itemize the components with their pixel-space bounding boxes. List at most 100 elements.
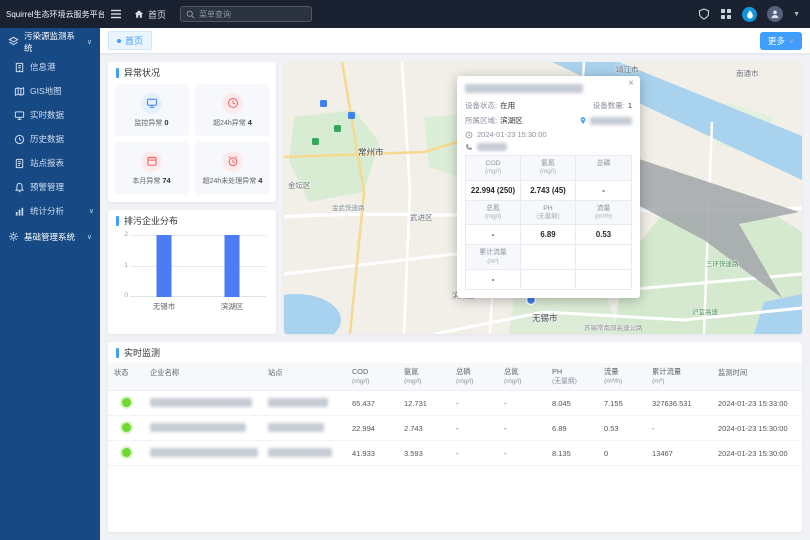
metric-value: - [466, 270, 521, 289]
hamburger-menu-icon[interactable] [110, 8, 122, 20]
more-button[interactable]: 更多 ∨ [760, 32, 802, 50]
sidebar-item-label: 站点报表 [30, 157, 94, 169]
bar-chart-plot: 2 1 0 [130, 235, 266, 297]
sidebar-item-history-data[interactable]: 历史数据 [0, 127, 100, 151]
tab-bar: 首页 更多 ∨ [100, 28, 810, 54]
y-tick: 1 [118, 262, 128, 269]
phone-icon [465, 143, 473, 151]
sidebar-section-base-management[interactable]: 基础管理系统 ∨ [0, 223, 100, 250]
table-card-title: 实时监测 [108, 342, 802, 363]
bar-wuxi[interactable] [157, 235, 172, 297]
gis-map[interactable]: 靖江市 南通市 江阴市 常州市 金坛区 武进区 金武快速路 滨湖区 无锡市 三环… [284, 62, 802, 334]
breadcrumb[interactable]: 首页 [134, 8, 166, 21]
enterprise-distribution-card: 排污企业分布 2 1 0 无锡市 [108, 210, 276, 334]
sidebar-item-label: 实时数据 [30, 109, 94, 121]
stat-label: 超24h未处理异常4 [203, 176, 263, 186]
stat-label: 本月异常74 [132, 176, 170, 186]
chevron-down-icon: ∨ [87, 38, 92, 46]
sidebar-item-realtime-data[interactable]: 实时数据 [0, 103, 100, 127]
left-panel: 异常状况 监控异常0 超24h异常4 [108, 62, 276, 334]
sidebar-item-label: GIS地图 [30, 85, 94, 97]
metric-value-empty [521, 270, 576, 289]
map-label: 无锡市 [532, 312, 558, 324]
apps-grid-icon[interactable] [720, 8, 732, 20]
water-drop-brand-icon[interactable] [742, 7, 757, 22]
title-accent [116, 348, 119, 358]
realtime-monitor-table: 状态 企业名称 站点 COD(mg/l) 氨氮(mg/l) 总磷(mg/l) 总… [108, 363, 802, 466]
site-name-redacted [268, 423, 324, 432]
abnormal-card-title: 异常状况 [108, 62, 276, 83]
sidebar-item-site-report[interactable]: 站点报表 [0, 151, 100, 175]
tab-label: 首页 [125, 34, 143, 47]
shield-icon[interactable] [698, 8, 710, 20]
y-tick: 0 [118, 292, 128, 299]
report-icon [14, 158, 25, 169]
metric-header: PH(无量纲) [521, 201, 576, 226]
map-label: 金武快速路 [332, 202, 365, 212]
metric-value: 22.994 (250) [466, 181, 521, 201]
search-icon [186, 10, 195, 19]
home-icon [134, 9, 144, 19]
user-avatar[interactable] [767, 6, 783, 22]
bar-binhu[interactable] [225, 235, 240, 297]
clock-icon [465, 131, 473, 139]
table-row[interactable]: 65.437 12.731 - - 8.045 7.155 327636.531… [108, 391, 802, 416]
title-accent [116, 216, 119, 226]
field-value: 1 [628, 101, 632, 110]
sidebar-item-warning-management[interactable]: 预警管理 [0, 175, 100, 199]
tab-home[interactable]: 首页 [108, 31, 152, 50]
sidebar-item-label: 预警管理 [30, 181, 94, 193]
abnormal-stats: 监控异常0 超24h异常4 本月异常74 [108, 83, 276, 200]
station-popup: × 设备状态:在用 设备数量:1 所属区域:滨湖区 2024-01-23 15:… [457, 76, 640, 298]
metric-value: - [466, 225, 521, 245]
monitor-icon [14, 110, 25, 121]
sidebar-section-pollution-monitoring[interactable]: 污染源监测系统 ∨ [0, 28, 100, 55]
building-icon [14, 62, 25, 73]
stat-over-24h-unhandled[interactable]: 超24h未处理异常4 [195, 142, 270, 194]
main-content: 首页 更多 ∨ 异常状况 监控异常0 [100, 28, 810, 540]
chevron-down-icon: ∨ [789, 37, 794, 45]
status-dot-online [122, 448, 131, 457]
map-label: 武进区 [410, 212, 433, 223]
metric-header-empty [521, 245, 576, 270]
active-tab-dot [117, 39, 121, 43]
metric-header: 累计流量(m³) [466, 245, 521, 270]
sidebar-item-statistics[interactable]: 统计分析 ∨ [0, 199, 100, 223]
metric-value: 6.89 [521, 225, 576, 245]
sidebar: 污染源监测系统 ∨ 信息港 GIS地图 实时数据 历史数据 站点报表 预警管理 [0, 28, 100, 540]
more-button-label: 更多 [768, 35, 785, 47]
map-label: 沪宜高速 [692, 306, 718, 316]
sidebar-item-gis-map[interactable]: GIS地图 [0, 79, 100, 103]
clock-icon [222, 93, 243, 114]
stat-month-abnormal[interactable]: 本月异常74 [114, 142, 189, 194]
map-label: 靖江市 [616, 64, 639, 75]
map-icon [14, 86, 25, 97]
sidebar-item-info-port[interactable]: 信息港 [0, 55, 100, 79]
user-menu-caret-icon[interactable]: ▼ [793, 11, 800, 18]
stat-label: 超24h异常4 [213, 118, 252, 128]
calendar-icon [141, 151, 162, 172]
chart-card-title: 排污企业分布 [108, 210, 276, 231]
gear-icon [8, 231, 19, 242]
company-name-redacted [150, 448, 258, 457]
app-logo: Squirrel生态环境云服务平台 [0, 9, 104, 20]
menu-search[interactable] [180, 6, 312, 22]
phone-redacted [477, 143, 507, 151]
bell-icon [14, 182, 25, 193]
bar-slots [130, 235, 266, 297]
stat-over-24h-abnormal[interactable]: 超24h异常4 [195, 84, 270, 136]
x-label: 无锡市 [130, 301, 198, 312]
table-row[interactable]: 41.933 3.593 - - 8.135 0 13467 2024-01-2… [108, 441, 802, 466]
table-row[interactable]: 22.994 2.743 - - 6.89 0.53 - 2024-01-23 … [108, 416, 802, 441]
card-title-text: 实时监测 [124, 346, 160, 359]
status-dot-online [122, 423, 131, 432]
close-icon[interactable]: × [628, 79, 634, 89]
title-accent [116, 68, 119, 78]
search-input[interactable] [199, 10, 306, 19]
x-label: 滨湖区 [198, 301, 266, 312]
stat-label: 监控异常0 [134, 118, 168, 128]
stat-monitor-abnormal[interactable]: 监控异常0 [114, 84, 189, 136]
company-name-redacted [150, 423, 246, 432]
bar-slot-binhu [198, 235, 266, 297]
sidebar-item-label: 历史数据 [30, 133, 94, 145]
